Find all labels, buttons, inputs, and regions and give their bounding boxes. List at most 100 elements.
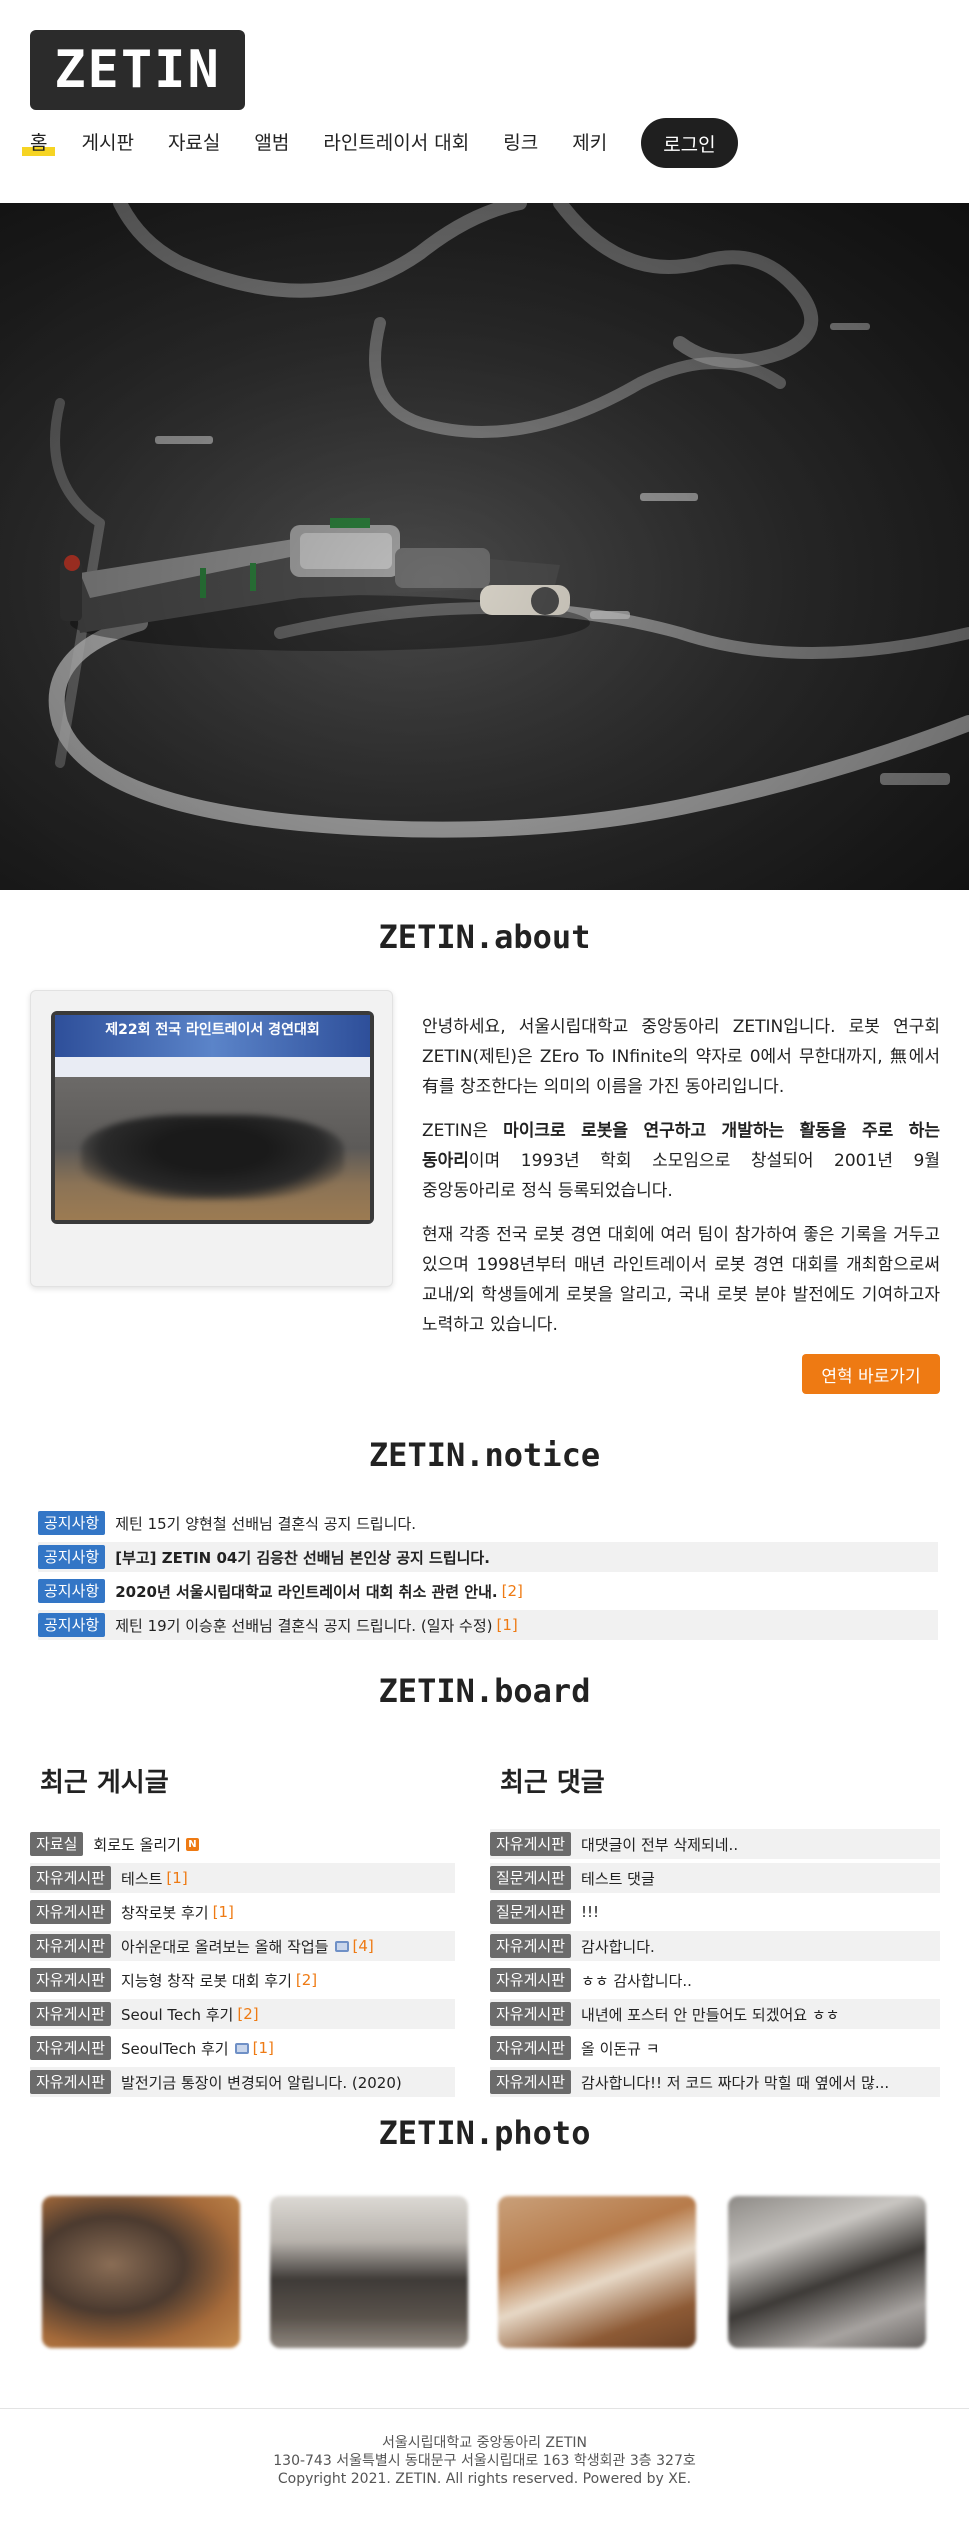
notice-title[interactable]: 제틴 19기 이승훈 선배님 결혼식 공지 드립니다. (일자 수정) xyxy=(115,1615,492,1636)
about-paragraph-3: 현재 각종 전국 로봇 경연 대회에 여러 팀이 참가하여 좋은 기록을 거두고… xyxy=(422,1225,940,1335)
gallery-photo[interactable] xyxy=(498,2196,696,2348)
post-item[interactable]: 자유게시판 창작로봇 후기 [1] xyxy=(30,1897,455,1927)
nav-item-home[interactable]: 홈 xyxy=(21,133,57,156)
comment-text[interactable]: 내년에 포스터 안 만들어도 되겠어요 ㅎㅎ xyxy=(581,2004,839,2025)
login-button[interactable]: 로그인 xyxy=(641,118,738,168)
comment-count: [2] xyxy=(295,1971,318,1989)
board-tag: 자유게시판 xyxy=(490,2036,572,2060)
photo-gallery xyxy=(42,2196,926,2348)
board-tag: 자유게시판 xyxy=(30,2036,112,2060)
comment-item[interactable]: 질문게시판 !!! xyxy=(490,1897,940,1927)
footer-copyright: Copyright 2021. ZETIN. All rights reserv… xyxy=(277,2471,692,2487)
comment-text[interactable]: !!! xyxy=(581,1903,599,1921)
gallery-photo[interactable] xyxy=(728,2196,926,2348)
board-tag: 자유게시판 xyxy=(30,1968,112,1992)
footer-address: 130-743 서울특별시 동대문구 서울시립대로 163 학생회관 3층 32… xyxy=(273,2453,696,2469)
post-item[interactable]: 자유게시판 테스트 [1] xyxy=(30,1863,455,1893)
hero-image xyxy=(0,203,969,890)
nav-item-links[interactable]: 링크 xyxy=(503,133,538,153)
notice-title[interactable]: [부고] ZETIN 04기 김응찬 선배님 본인상 공지 드립니다. xyxy=(115,1547,490,1568)
comment-item[interactable]: 자유게시판 내년에 포스터 안 만들어도 되겠어요 ㅎㅎ xyxy=(490,1999,940,2029)
comment-text[interactable]: 올 이돈규 ㅋ xyxy=(581,2038,660,2059)
notice-title[interactable]: 2020년 서울시립대학교 라인트레이서 대회 취소 관련 안내. xyxy=(115,1581,497,1602)
post-item[interactable]: 자유게시판 지능형 창작 로봇 대회 후기 [2] xyxy=(30,1965,455,1995)
comment-text[interactable]: ㅎㅎ 감사합니다.. xyxy=(581,1970,692,1991)
board-tag: 질문게시판 xyxy=(490,1866,572,1890)
line-tracer-track-illustration xyxy=(0,203,969,890)
post-title[interactable]: 발전기금 통장이 변경되어 알립니다. (2020) xyxy=(121,2072,402,2093)
nav-item-zeki[interactable]: 제키 xyxy=(572,133,607,153)
post-item[interactable]: 자유게시판 발전기금 통장이 변경되어 알립니다. (2020) xyxy=(30,2067,455,2097)
post-item[interactable]: 자료실 회로도 올리기 N xyxy=(30,1829,455,1859)
notice-item[interactable]: 공지사항 제틴 19기 이승훈 선배님 결혼식 공지 드립니다. (일자 수정)… xyxy=(38,1610,938,1640)
board-tag: 자유게시판 xyxy=(30,1866,112,1890)
about-paragraph-1: 안녕하세요, 서울시립대학교 중앙동아리 ZETIN입니다. 로봇 연구회 ZE… xyxy=(422,1017,940,1097)
comment-item[interactable]: 자유게시판 대댓글이 전부 삭제되네.. xyxy=(490,1829,940,1859)
about-text: 안녕하세요, 서울시립대학교 중앙동아리 ZETIN입니다. 로봇 연구회 ZE… xyxy=(422,1012,940,1354)
board-section-title: ZETIN.board xyxy=(378,1672,591,1710)
comment-item[interactable]: 질문게시판 테스트 댓글 xyxy=(490,1863,940,1893)
comment-text[interactable]: 대댓글이 전부 삭제되네.. xyxy=(581,1834,738,1855)
notice-tag: 공지사항 xyxy=(38,1613,106,1637)
comment-text[interactable]: 감사합니다. xyxy=(581,1936,655,1957)
board-tag: 자유게시판 xyxy=(30,1900,112,1924)
notice-item[interactable]: 공지사항 [부고] ZETIN 04기 김응찬 선배님 본인상 공지 드립니다. xyxy=(38,1542,938,1572)
notice-tag: 공지사항 xyxy=(38,1511,106,1535)
comment-item[interactable]: 자유게시판 올 이돈규 ㅋ xyxy=(490,2033,940,2063)
comment-count: [2] xyxy=(501,1582,523,1600)
comment-count: [1] xyxy=(166,1869,188,1887)
comment-text[interactable]: 테스트 댓글 xyxy=(581,1868,655,1889)
post-title[interactable]: 지능형 창작 로봇 대회 후기 xyxy=(121,1970,292,1991)
nav-item-board[interactable]: 게시판 xyxy=(81,133,133,153)
main-nav: 홈 게시판 자료실 앨범 라인트레이서 대회 링크 제키 로그인 xyxy=(21,118,738,168)
nav-item-album[interactable]: 앨범 xyxy=(254,133,289,153)
gallery-photo[interactable] xyxy=(42,2196,240,2348)
history-link-button[interactable]: 연혁 바로가기 xyxy=(802,1354,940,1394)
notice-item[interactable]: 공지사항 제틴 15기 양현철 선배님 결혼식 공지 드립니다. xyxy=(38,1508,938,1538)
comment-item[interactable]: 자유게시판 감사합니다!! 저 코드 짜다가 막힐 때 옆에서 많... xyxy=(490,2067,940,2097)
post-title[interactable]: 창작로봇 후기 xyxy=(121,1902,209,1923)
board-tag: 자유게시판 xyxy=(30,1934,112,1958)
photo-banner: 제22회 전국 라인트레이서 경연대회 xyxy=(55,1015,370,1057)
recent-posts: 최근 게시글 자료실 회로도 올리기 N 자유게시판 테스트 [1] 자유게시판… xyxy=(30,1762,455,2101)
footer-club-name: 서울시립대학교 중앙동아리 ZETIN xyxy=(381,2435,588,2451)
group-photo[interactable]: 제22회 전국 라인트레이서 경연대회 xyxy=(51,1011,374,1224)
board-tag: 자유게시판 xyxy=(490,1968,572,1992)
footer-divider xyxy=(0,2408,969,2409)
post-item[interactable]: 자유게시판 Seoul Tech 후기 [2] xyxy=(30,1999,455,2029)
notice-tag: 공지사항 xyxy=(38,1579,106,1603)
board-tag: 질문게시판 xyxy=(490,1900,572,1924)
photo-crowd xyxy=(81,1115,344,1200)
post-item[interactable]: 자유게시판 아쉬운대로 올려보는 올해 작업들 [4] xyxy=(30,1931,455,1961)
notice-list: 공지사항 제틴 15기 양현철 선배님 결혼식 공지 드립니다. 공지사항 [부… xyxy=(38,1508,938,1644)
post-title[interactable]: Seoul Tech 후기 xyxy=(121,2004,233,2025)
nav-item-linetracer-contest[interactable]: 라인트레이서 대회 xyxy=(323,133,469,153)
comment-item[interactable]: 자유게시판 ㅎㅎ 감사합니다.. xyxy=(490,1965,940,1995)
comment-text[interactable]: 감사합니다!! 저 코드 짜다가 막힐 때 옆에서 많... xyxy=(581,2072,889,2093)
footer: 서울시립대학교 중앙동아리 ZETIN 130-743 서울특별시 동대문구 서… xyxy=(0,2434,969,2488)
about-paragraph-2: ZETIN은 마이크로 로봇을 연구하고 개발하는 활동을 주로 하는 동아리이… xyxy=(422,1121,941,1201)
post-title[interactable]: 회로도 올리기 xyxy=(93,1834,181,1855)
notice-section-title: ZETIN.notice xyxy=(368,1436,601,1474)
new-icon: N xyxy=(185,1837,199,1851)
notice-title[interactable]: 제틴 15기 양현철 선배님 결혼식 공지 드립니다. xyxy=(115,1513,416,1534)
post-item[interactable]: 자유게시판 SeoulTech 후기 [1] xyxy=(30,2033,455,2063)
board-tag: 자료실 xyxy=(30,1832,84,1856)
post-title[interactable]: 아쉬운대로 올려보는 올해 작업들 xyxy=(121,1936,329,1957)
comment-item[interactable]: 자유게시판 감사합니다. xyxy=(490,1931,940,1961)
post-title[interactable]: SeoulTech 후기 xyxy=(121,2038,229,2059)
nav-item-archive[interactable]: 자료실 xyxy=(168,133,220,153)
board-tag: 자유게시판 xyxy=(30,2070,112,2094)
gallery-photo[interactable] xyxy=(270,2196,468,2348)
board-tag: 자유게시판 xyxy=(490,2002,572,2026)
comment-count: [1] xyxy=(252,2039,274,2057)
comment-count: [2] xyxy=(237,2005,259,2023)
recent-comments: 최근 댓글 자유게시판 대댓글이 전부 삭제되네.. 질문게시판 테스트 댓글 … xyxy=(490,1762,940,2101)
about-photo-card: 제22회 전국 라인트레이서 경연대회 xyxy=(30,990,393,1287)
site-logo[interactable]: ZETIN xyxy=(30,30,245,110)
notice-item[interactable]: 공지사항 2020년 서울시립대학교 라인트레이서 대회 취소 관련 안내. [… xyxy=(38,1576,938,1606)
photo-banner-subtitle xyxy=(55,1057,370,1077)
notice-tag: 공지사항 xyxy=(38,1545,106,1569)
photo-section-title: ZETIN.photo xyxy=(378,2114,591,2152)
post-title[interactable]: 테스트 xyxy=(121,1868,162,1889)
